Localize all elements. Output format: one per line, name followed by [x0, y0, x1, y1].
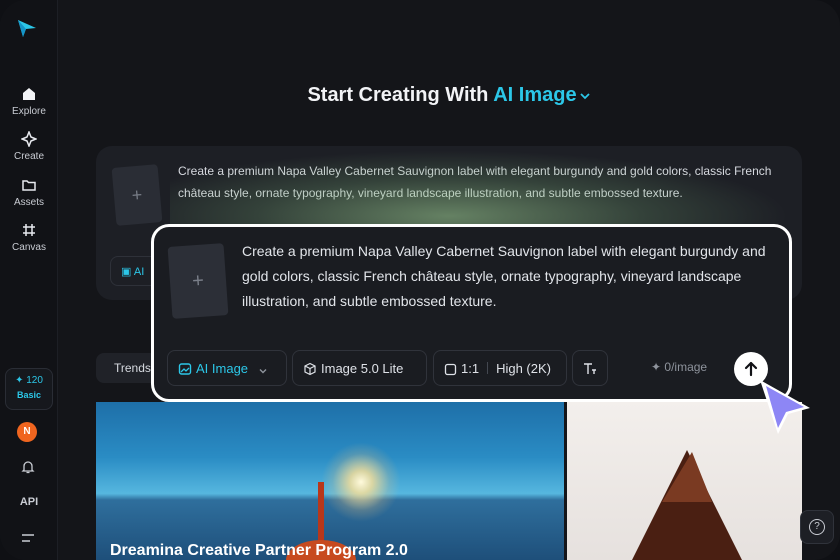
- app-frame: Explore Create Assets Canvas ✦ 120 Basic…: [0, 0, 840, 560]
- image-icon: ▣: [121, 266, 132, 278]
- plan-label: Basic: [16, 390, 42, 400]
- mode-select[interactable]: AI Image: [167, 350, 287, 386]
- sidebar-item-canvas[interactable]: Canvas: [0, 222, 58, 253]
- canvas-icon: [23, 224, 35, 236]
- sidebar-item-create[interactable]: Create: [0, 131, 58, 162]
- chevron-down-icon: [579, 93, 590, 99]
- sparkle-icon: [21, 131, 37, 147]
- aspect-ratio-label: 1:1: [461, 361, 480, 376]
- page-title: Start Creating With AI Image: [58, 84, 840, 107]
- tab-trends[interactable]: Trends: [96, 353, 158, 383]
- chocolate-highlight: [662, 452, 712, 502]
- text-style-button[interactable]: [572, 350, 608, 386]
- gallery-card-partner-program[interactable]: Dreamina Creative Partner Program 2.0: [96, 402, 564, 560]
- model-select-label: Image 5.0 Lite: [321, 361, 404, 376]
- sidebar-item-label: Canvas: [12, 242, 46, 253]
- logo-icon[interactable]: [15, 16, 39, 40]
- cursor-icon: [760, 380, 810, 434]
- sidebar-item-label: Explore: [12, 106, 46, 117]
- add-image-placeholder[interactable]: +: [111, 164, 163, 226]
- image-icon: [178, 363, 192, 375]
- sidebar-item-assets[interactable]: Assets: [0, 177, 58, 208]
- credits-badge[interactable]: ✦ 120 Basic: [5, 368, 53, 410]
- menu-icon[interactable]: [20, 532, 36, 544]
- gallery-title: Dreamina Creative Partner Program 2.0: [110, 542, 408, 559]
- background-mode-chip-label: AI: [133, 266, 145, 278]
- chevron-down-icon: [259, 369, 267, 374]
- divider: [487, 362, 489, 374]
- add-reference-image-button[interactable]: +: [167, 243, 229, 319]
- square-ratio-icon: [444, 363, 457, 376]
- background-prompt-text: Create a premium Napa Valley Cabernet Sa…: [178, 164, 772, 200]
- api-link[interactable]: API: [0, 496, 58, 508]
- mode-dropdown[interactable]: AI Image: [493, 84, 590, 106]
- folder-icon: [22, 180, 36, 191]
- cube-icon: [304, 362, 316, 376]
- sidebar: Explore Create Assets Canvas ✦ 120 Basic…: [0, 0, 58, 560]
- quality-label: High (2K): [496, 361, 551, 376]
- credits-count: ✦ 120: [15, 375, 43, 386]
- model-select[interactable]: Image 5.0 Lite: [292, 350, 427, 386]
- mode-dropdown-label: AI Image: [493, 84, 577, 106]
- sidebar-item-label: Create: [13, 151, 44, 162]
- figure-image: [318, 482, 324, 542]
- cost-indicator: ✦ 0/image: [651, 360, 707, 374]
- help-icon: ?: [809, 519, 825, 535]
- prompt-card: + Create a premium Napa Valley Cabernet …: [151, 224, 792, 402]
- prompt-input[interactable]: Create a premium Napa Valley Cabernet Sa…: [242, 239, 772, 314]
- text-format-icon: [584, 363, 596, 374]
- sidebar-item-explore[interactable]: Explore: [0, 86, 58, 117]
- avatar[interactable]: N: [17, 422, 37, 442]
- page-title-prefix: Start Creating With: [307, 84, 489, 106]
- home-icon: [23, 88, 35, 100]
- help-button[interactable]: ?: [800, 510, 834, 544]
- mode-select-label: AI Image: [196, 361, 249, 376]
- aspect-quality-select[interactable]: 1:1 High (2K): [433, 350, 567, 386]
- cost-label: 0/image: [664, 360, 708, 374]
- sun-image: [321, 442, 401, 522]
- sidebar-item-label: Assets: [13, 197, 44, 208]
- bell-icon[interactable]: [20, 459, 36, 475]
- sparkle-icon: ✦: [651, 360, 662, 374]
